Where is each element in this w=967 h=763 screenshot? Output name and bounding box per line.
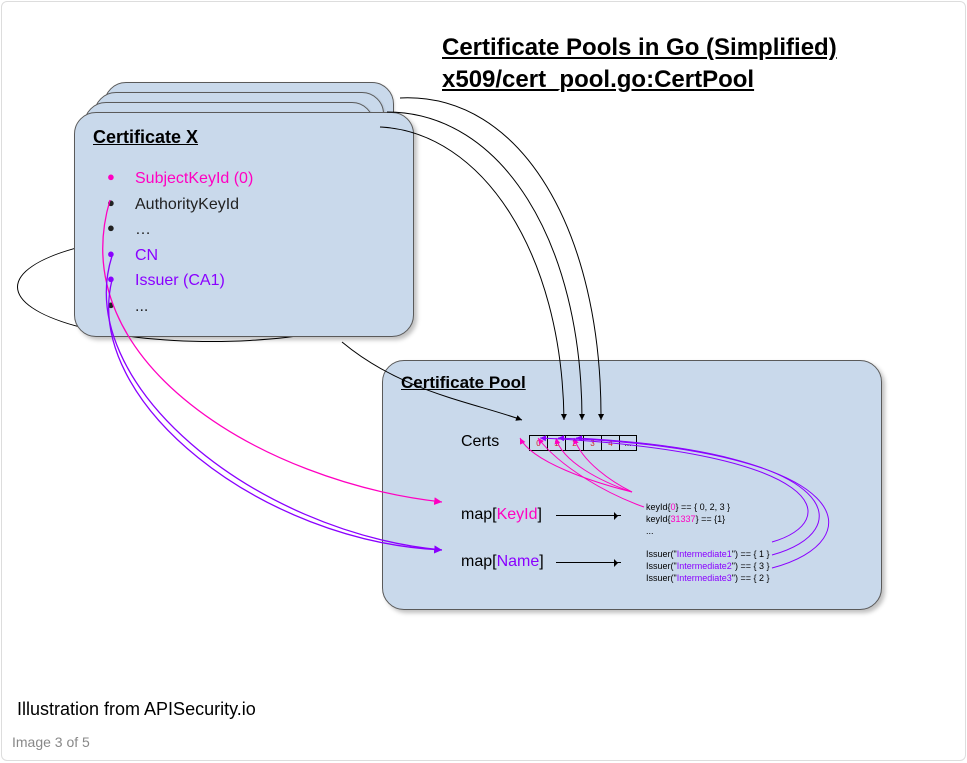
diagram-frame: Certificate Pools in Go (Simplified) x50… [1, 1, 966, 761]
field-subjectkeyid: SubjectKeyId (0) [119, 166, 395, 192]
field-ellipsis-1: … [119, 217, 395, 243]
certs-array: 0 1 2 3 4 ... [529, 435, 637, 451]
pool-map-name-label: map[Name] [461, 553, 544, 571]
pool-certs-label: Certs [461, 433, 499, 451]
arrow-name-to-entries [556, 562, 621, 563]
field-ellipsis-2: ... [119, 294, 395, 320]
issuer-entries: Issuer("Intermediate1") == { 1 } Issuer(… [646, 548, 769, 584]
map-name-prefix: map[ [461, 553, 497, 570]
field-issuer: Issuer (CA1) [119, 268, 395, 294]
cell-more: ... [619, 435, 637, 451]
title-line1: Certificate Pools in Go (Simplified) [442, 34, 837, 61]
field-authoritykeyid: AuthorityKeyId [119, 192, 395, 218]
image-caption: Illustration from APISecurity.io [17, 699, 256, 720]
diagram-title: Certificate Pools in Go (Simplified) x50… [442, 32, 837, 97]
map-key-prefix: map[ [461, 506, 497, 523]
image-counter: Image 3 of 5 [12, 734, 90, 750]
keyid-entries: keyId{0} == { 0, 2, 3 } keyId{31337} == … [646, 501, 730, 537]
title-line2: x509/cert_pool.go:CertPool [442, 66, 754, 93]
cell-2: 2 [565, 435, 583, 451]
cell-3: 3 [583, 435, 601, 451]
cell-4: 4 [601, 435, 619, 451]
certificate-field-list: SubjectKeyId (0) AuthorityKeyId … CN Iss… [119, 166, 395, 320]
certificate-card: Certificate X SubjectKeyId (0) Authority… [74, 112, 414, 337]
map-key-suffix: ] [538, 506, 542, 523]
map-key-key: KeyId [497, 506, 538, 523]
cell-0: 0 [529, 435, 547, 451]
pool-map-keyid-label: map[KeyId] [461, 506, 542, 524]
cell-1: 1 [547, 435, 565, 451]
arrow-keyid-to-entries [556, 515, 621, 516]
map-name-key: Name [497, 553, 540, 570]
certificate-pool-box: Certificate Pool Certs map[KeyId] map[Na… [382, 360, 882, 610]
pool-title: Certificate Pool [401, 373, 863, 393]
certificate-card-title: Certificate X [93, 127, 395, 148]
map-name-suffix: ] [539, 553, 543, 570]
field-cn: CN [119, 243, 395, 269]
